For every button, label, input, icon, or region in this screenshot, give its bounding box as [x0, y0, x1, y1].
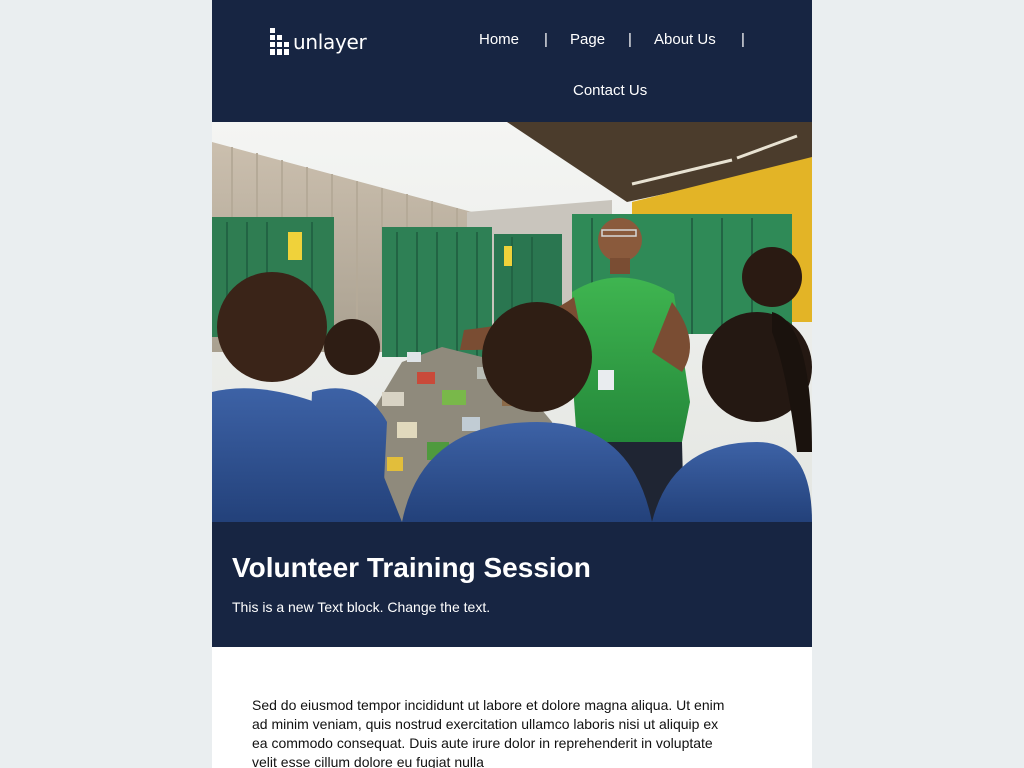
unlayer-logo-icon	[270, 28, 290, 56]
email-container: unlayer Home | Page | About Us | Contact…	[212, 0, 812, 768]
nav-item-home[interactable]: Home	[479, 31, 519, 48]
hero-image	[212, 122, 812, 522]
main-nav: Home | Page | About Us |	[462, 31, 792, 51]
nav-item-contact-us[interactable]: Contact Us	[573, 82, 647, 99]
banner-subtitle: This is a new Text block. Change the tex…	[232, 599, 491, 615]
nav-item-about-us[interactable]: About Us	[654, 31, 716, 48]
banner: Volunteer Training Session This is a new…	[212, 522, 812, 647]
nav-separator: |	[628, 31, 632, 48]
page-title: Volunteer Training Session	[232, 552, 591, 583]
body-paragraph: Sed do eiusmod tempor incididunt ut labo…	[252, 697, 725, 768]
nav-item-page[interactable]: Page	[570, 31, 605, 48]
logo[interactable]: unlayer	[270, 28, 367, 56]
logo-text: unlayer	[293, 30, 367, 54]
nav-separator: |	[741, 31, 745, 48]
header: unlayer Home | Page | About Us | Contact…	[212, 0, 812, 122]
nav-separator: |	[544, 31, 548, 48]
